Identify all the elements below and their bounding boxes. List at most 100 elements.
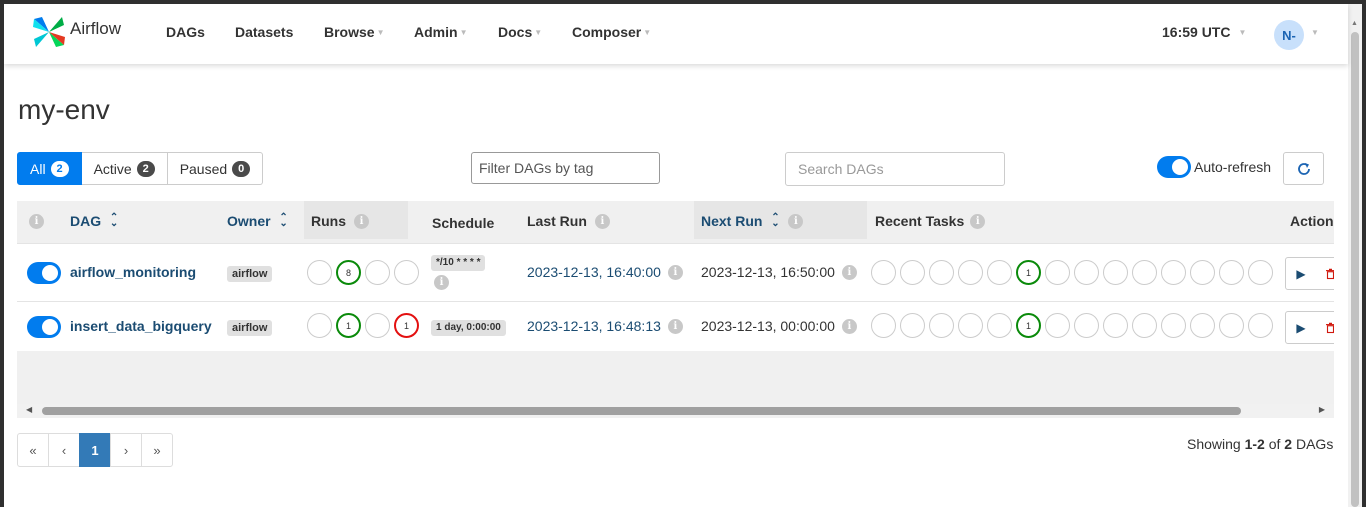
filter-all-count: 2 — [50, 160, 69, 177]
task-state-circle[interactable] — [1045, 260, 1070, 285]
task-state-circle[interactable] — [1045, 313, 1070, 338]
run-state-circle[interactable] — [307, 313, 332, 338]
task-state-circle[interactable] — [1074, 260, 1099, 285]
caret-down-icon[interactable]: ▼ — [1311, 28, 1319, 37]
owner-badge[interactable]: airflow — [227, 320, 273, 336]
page-last-button[interactable]: » — [141, 433, 173, 467]
sort-icon[interactable]: ⌃ ⌄ — [770, 213, 780, 229]
nav-composer[interactable]: Composer ▼ — [572, 24, 651, 40]
header-dag[interactable]: DAG ⌃ ⌄ — [70, 213, 119, 230]
task-state-circle-success[interactable]: 1 — [1016, 313, 1041, 338]
brand[interactable]: Airflow — [30, 13, 121, 51]
nav-admin[interactable]: Admin ▼ — [414, 24, 467, 40]
run-state-circle-failed[interactable]: 1 — [394, 313, 419, 338]
schedule-badge[interactable]: */10 * * * * — [431, 255, 486, 271]
info-icon[interactable]: i — [841, 318, 857, 334]
task-state-circle[interactable] — [1103, 313, 1128, 338]
scroll-left-icon[interactable]: ◀ — [26, 405, 32, 414]
scroll-right-icon[interactable]: ▶ — [1319, 405, 1325, 414]
delete-dag-button[interactable] — [1316, 257, 1334, 290]
tag-filter-input[interactable]: Filter DAGs by tag — [471, 152, 660, 184]
sort-icon[interactable]: ⌃ ⌄ — [109, 213, 119, 229]
task-state-circle[interactable] — [871, 260, 896, 285]
horizontal-scrollbar[interactable]: ◀ ▶ — [17, 404, 1334, 418]
vertical-scrollbar[interactable]: ▲ — [1348, 4, 1362, 507]
task-state-circle-success[interactable]: 1 — [1016, 260, 1041, 285]
task-state-circle[interactable] — [958, 260, 983, 285]
nav-browse[interactable]: Browse ▼ — [324, 24, 385, 40]
refresh-button[interactable] — [1283, 152, 1324, 185]
header-owner[interactable]: Owner ⌃ ⌄ — [227, 213, 289, 230]
user-avatar[interactable]: N- — [1274, 20, 1304, 50]
task-state-circle[interactable] — [900, 260, 925, 285]
run-state-circle[interactable] — [365, 260, 390, 285]
run-state-circle-success[interactable]: 8 — [336, 260, 361, 285]
search-input[interactable]: Search DAGs — [785, 152, 1005, 186]
page-next-button[interactable]: › — [110, 433, 142, 467]
task-state-circle[interactable] — [1248, 313, 1273, 338]
last-run-value[interactable]: 2023-12-13, 16:48:13 i — [527, 318, 683, 334]
task-state-circle[interactable] — [1103, 260, 1128, 285]
task-state-circle[interactable] — [1190, 260, 1215, 285]
delete-dag-button[interactable] — [1316, 311, 1334, 344]
owner-badge[interactable]: airflow — [227, 266, 273, 282]
vertical-scrollbar-thumb[interactable] — [1351, 32, 1359, 507]
task-state-circle[interactable] — [1219, 260, 1244, 285]
task-state-circle[interactable] — [958, 313, 983, 338]
info-icon[interactable]: i — [788, 213, 804, 229]
task-state-circle[interactable] — [987, 313, 1012, 338]
dags-table: i DAG ⌃ ⌄ Owner ⌃ ⌄ Runs i Schedule Last R… — [17, 201, 1334, 417]
nav-docs[interactable]: Docs ▼ — [498, 24, 542, 40]
task-state-circle[interactable] — [1219, 313, 1244, 338]
nav-docs-label: Docs — [498, 24, 533, 40]
task-state-circle[interactable] — [1161, 260, 1186, 285]
run-state-circle[interactable] — [307, 260, 332, 285]
schedule-badge[interactable]: 1 day, 0:00:00 — [431, 320, 506, 336]
horizontal-scrollbar-thumb[interactable] — [42, 407, 1241, 415]
task-state-circle[interactable] — [929, 313, 954, 338]
task-state-circle[interactable] — [1248, 260, 1273, 285]
scroll-up-icon[interactable]: ▲ — [1351, 20, 1358, 27]
auto-refresh-toggle[interactable] — [1157, 156, 1191, 178]
task-state-circle[interactable] — [929, 260, 954, 285]
sort-icon[interactable]: ⌃ ⌄ — [279, 213, 289, 229]
info-icon[interactable]: i — [29, 214, 44, 229]
filter-all-button[interactable]: All 2 — [17, 152, 82, 185]
nav-composer-label: Composer — [572, 24, 642, 40]
trigger-dag-button[interactable]: ▶ — [1285, 311, 1317, 344]
filter-active-button[interactable]: Active 2 — [81, 152, 168, 185]
dag-pause-toggle[interactable] — [27, 262, 61, 284]
task-state-circle[interactable] — [1074, 313, 1099, 338]
info-icon[interactable]: i — [667, 264, 683, 280]
info-icon[interactable]: i — [354, 213, 369, 229]
run-state-circle-success[interactable]: 1 — [336, 313, 361, 338]
table-row: insert_data_bigquery airflow 1 1 1 day, … — [17, 301, 1334, 351]
page-prev-button[interactable]: ‹ — [48, 433, 80, 467]
task-state-circle[interactable] — [1190, 313, 1215, 338]
last-run-value[interactable]: 2023-12-13, 16:40:00 i — [527, 264, 683, 280]
task-state-circle[interactable] — [871, 313, 896, 338]
run-state-circle[interactable] — [394, 260, 419, 285]
run-state-circle[interactable] — [365, 313, 390, 338]
filter-paused-button[interactable]: Paused 0 — [167, 152, 264, 185]
info-icon[interactable]: i — [667, 318, 683, 334]
header-next-run[interactable]: Next Run ⌃ ⌄ i — [701, 213, 804, 229]
info-icon[interactable]: i — [594, 213, 610, 229]
info-icon[interactable]: i — [970, 213, 986, 229]
timezone-dropdown[interactable]: 16:59 UTC ▼ — [1162, 24, 1246, 40]
info-icon[interactable]: i — [841, 264, 857, 280]
task-state-circle[interactable] — [987, 260, 1012, 285]
task-state-circle[interactable] — [1132, 260, 1157, 285]
dag-pause-toggle[interactable] — [27, 316, 61, 338]
nav-dags[interactable]: DAGs — [166, 24, 205, 40]
task-state-circle[interactable] — [1132, 313, 1157, 338]
dag-id-link[interactable]: airflow_monitoring — [70, 264, 196, 280]
task-state-circle[interactable] — [900, 313, 925, 338]
trigger-dag-button[interactable]: ▶ — [1285, 257, 1317, 290]
dag-id-link[interactable]: insert_data_bigquery — [70, 318, 212, 334]
page-first-button[interactable]: « — [17, 433, 49, 467]
page-current-button[interactable]: 1 — [79, 433, 111, 467]
task-state-circle[interactable] — [1161, 313, 1186, 338]
info-icon[interactable]: i — [434, 275, 449, 290]
nav-datasets[interactable]: Datasets — [235, 24, 293, 40]
